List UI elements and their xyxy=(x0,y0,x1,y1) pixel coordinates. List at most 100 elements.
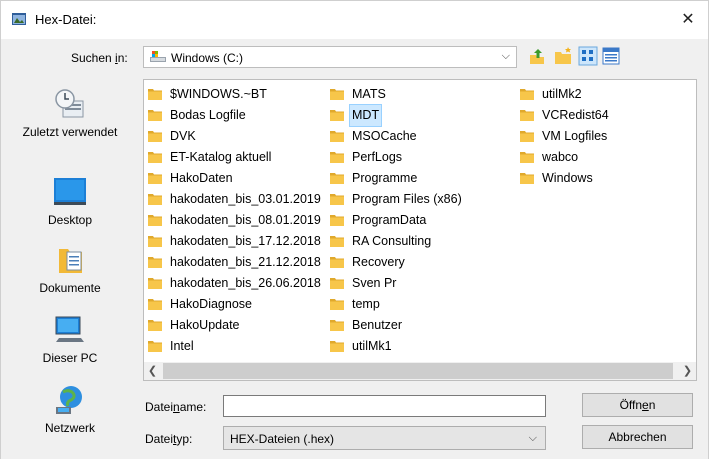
file-name: hakodaten_bis_26.06.2018 xyxy=(170,276,321,290)
title-bar: Hex-Datei: ✕ xyxy=(1,1,708,39)
folder-icon xyxy=(148,110,162,121)
folder-icon xyxy=(330,215,344,226)
close-button[interactable]: ✕ xyxy=(674,7,702,33)
list-item[interactable]: hakodaten_bis_21.12.2018 xyxy=(144,252,326,273)
list-item[interactable]: Intel xyxy=(144,336,326,357)
folder-icon xyxy=(330,173,344,184)
this-pc-icon xyxy=(55,316,84,342)
list-item[interactable]: MDT xyxy=(326,104,516,127)
list-item[interactable]: utilMk2 xyxy=(516,84,696,105)
folder-icon xyxy=(330,278,344,289)
folder-icon xyxy=(330,236,344,247)
list-item[interactable]: Sven Pr xyxy=(326,273,516,294)
close-icon: ✕ xyxy=(681,11,695,28)
open-button[interactable]: Öffnen xyxy=(582,393,693,417)
file-name: hakodaten_bis_17.12.2018 xyxy=(170,234,321,248)
place-label: Zuletzt verwendet xyxy=(22,125,118,139)
place-this-pc[interactable]: Dieser PC xyxy=(11,313,129,365)
horizontal-scrollbar[interactable]: ❮ ❯ xyxy=(144,362,696,380)
list-item[interactable]: Bodas Logfile xyxy=(144,105,326,126)
list-item[interactable]: RA Consulting xyxy=(326,231,516,252)
file-name: MSOCache xyxy=(352,129,417,143)
file-name: HakoDaten xyxy=(170,171,233,185)
details-view-icon[interactable] xyxy=(601,46,621,66)
folder-icon xyxy=(148,131,162,142)
list-item[interactable]: MSOCache xyxy=(326,126,516,147)
list-item[interactable]: utilMk1 xyxy=(326,336,516,357)
place-network[interactable]: Netzwerk xyxy=(11,383,129,435)
list-item[interactable]: PerfLogs xyxy=(326,147,516,168)
folder-icon xyxy=(330,194,344,205)
file-column-1: $WINDOWS.~BT Bodas Logfile DVK ET-Katalog a… xyxy=(144,84,326,357)
place-label: Desktop xyxy=(47,213,93,227)
dialog-body: Suchen in: Windows (C:) ⌵ Zuletzt verwen… xyxy=(1,39,708,459)
cancel-button[interactable]: Abbrechen xyxy=(582,425,693,449)
list-item[interactable]: hakodaten_bis_26.06.2018 xyxy=(144,273,326,294)
filename-input[interactable] xyxy=(223,395,546,417)
view-menu-icon[interactable] xyxy=(578,46,598,66)
filetype-dropdown[interactable]: HEX-Dateien (.hex) ⌵ xyxy=(223,426,546,450)
list-item[interactable]: HakoDaten xyxy=(144,168,326,189)
lookin-label: Suchen in: xyxy=(71,51,128,65)
list-item[interactable]: ET-Katalog aktuell xyxy=(144,147,326,168)
file-name: Sven Pr xyxy=(352,276,397,290)
list-item[interactable]: wabco xyxy=(516,147,696,168)
place-desktop[interactable]: Desktop xyxy=(11,175,129,227)
list-item[interactable]: DVK xyxy=(144,126,326,147)
list-item[interactable]: VCRedist64 xyxy=(516,105,696,126)
file-name: Bodas Logfile xyxy=(170,108,246,122)
file-name: VM Logfiles xyxy=(542,129,608,143)
up-folder-icon[interactable] xyxy=(527,46,547,66)
list-item[interactable]: HakoDiagnose xyxy=(144,294,326,315)
folder-icon xyxy=(148,341,162,352)
dialog-app-icon xyxy=(12,13,26,25)
folder-icon xyxy=(330,89,344,100)
file-name: Intel xyxy=(170,339,194,353)
list-item[interactable]: temp xyxy=(326,294,516,315)
list-item[interactable]: VM Logfiles xyxy=(516,126,696,147)
documents-icon xyxy=(59,249,82,273)
list-item[interactable]: hakodaten_bis_17.12.2018 xyxy=(144,231,326,252)
list-item[interactable]: Program Files (x86) xyxy=(326,189,516,210)
list-item[interactable]: Windows xyxy=(516,168,696,189)
place-label: Netzwerk xyxy=(44,421,95,435)
list-item[interactable]: hakodaten_bis_03.01.2019 xyxy=(144,189,326,210)
place-label: Dokumente xyxy=(39,281,101,295)
folder-icon xyxy=(330,110,344,121)
file-list[interactable]: $WINDOWS.~BT Bodas Logfile DVK ET-Katalog a… xyxy=(143,79,697,381)
folder-icon xyxy=(520,89,534,100)
file-name: RA Consulting xyxy=(352,234,432,248)
lookin-dropdown[interactable]: Windows (C:) ⌵ xyxy=(143,46,517,68)
list-item[interactable]: Recovery xyxy=(326,252,516,273)
scroll-right-icon[interactable]: ❯ xyxy=(679,362,696,380)
folder-icon xyxy=(520,131,534,142)
list-item[interactable]: HakoUpdate xyxy=(144,315,326,336)
network-icon xyxy=(56,386,82,414)
list-item[interactable]: Programme xyxy=(326,168,516,189)
list-item[interactable]: ProgramData xyxy=(326,210,516,231)
folder-icon xyxy=(148,215,162,226)
places-bar: Zuletzt verwendet Desktop Dokumente Dies… xyxy=(11,79,129,453)
folder-icon xyxy=(330,131,344,142)
place-recent[interactable]: Zuletzt verwendet xyxy=(11,87,129,139)
file-name: ET-Katalog aktuell xyxy=(170,150,272,164)
list-item[interactable]: hakodaten_bis_08.01.2019 xyxy=(144,210,326,231)
folder-icon xyxy=(330,320,344,331)
file-name: Benutzer xyxy=(352,318,403,332)
folder-icon xyxy=(330,299,344,310)
list-item[interactable]: MATS xyxy=(326,84,516,105)
file-name: $WINDOWS.~BT xyxy=(170,87,267,101)
list-item[interactable]: Benutzer xyxy=(326,315,516,336)
list-item[interactable]: $WINDOWS.~BT xyxy=(144,84,326,105)
scrollbar-thumb[interactable] xyxy=(163,363,673,379)
scroll-left-icon[interactable]: ❮ xyxy=(144,362,161,380)
file-name: MATS xyxy=(352,87,386,101)
new-folder-icon[interactable] xyxy=(553,46,573,66)
place-documents[interactable]: Dokumente xyxy=(11,243,129,295)
folder-icon xyxy=(148,173,162,184)
file-name: HakoDiagnose xyxy=(170,297,252,311)
filename-label: Dateiname: xyxy=(145,400,207,414)
file-name: ProgramData xyxy=(352,213,427,227)
file-name: Program Files (x86) xyxy=(352,192,462,206)
folder-icon xyxy=(520,152,534,163)
